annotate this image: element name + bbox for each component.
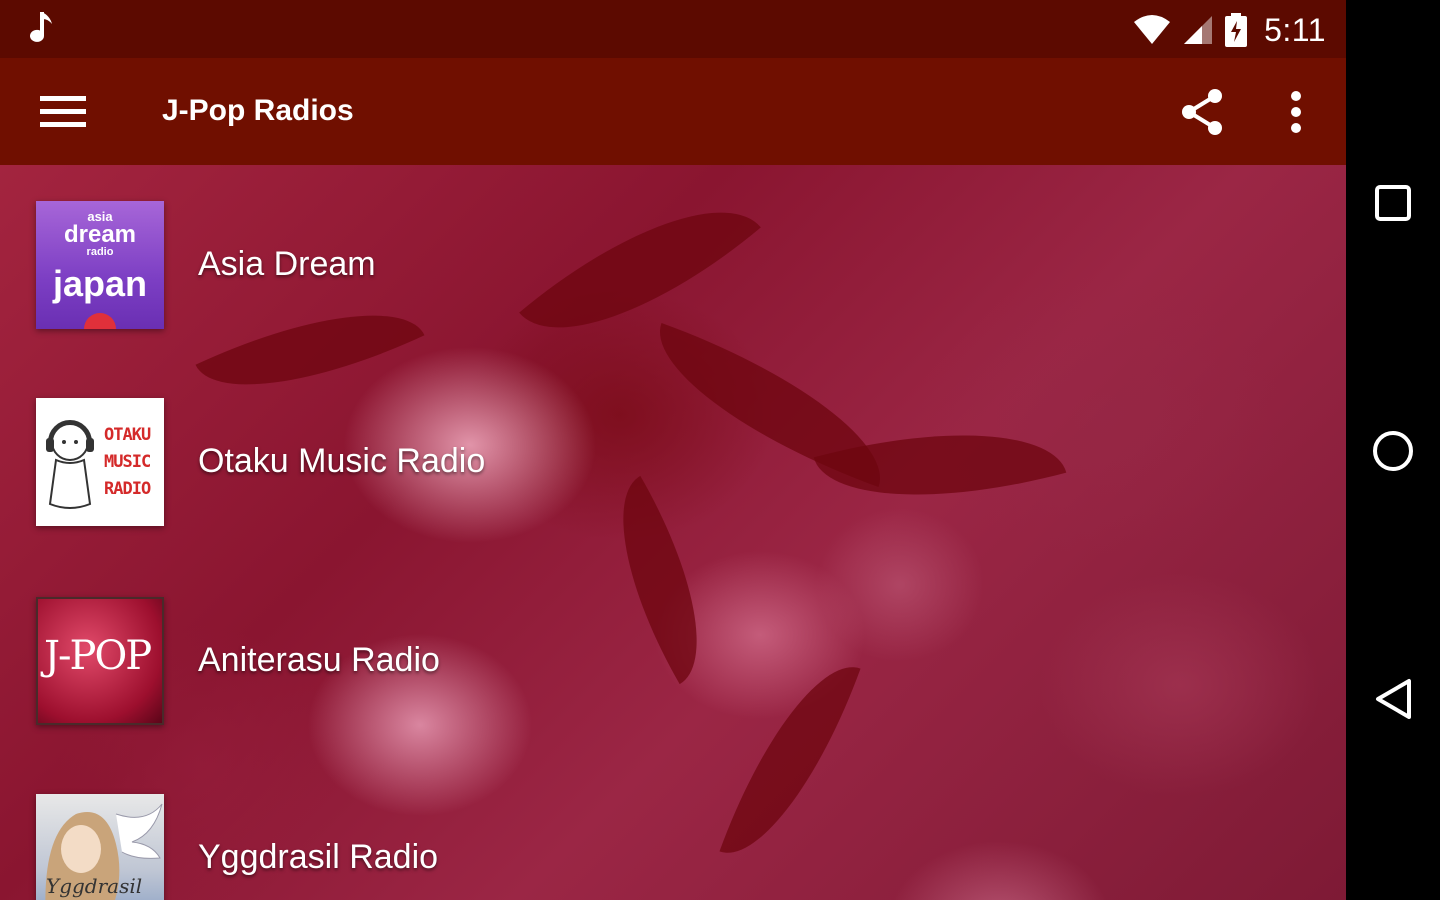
station-name: Otaku Music Radio [198, 442, 486, 480]
status-icons: 5:11 [1132, 10, 1326, 50]
logo-text: OTAKU MUSIC RADIO [104, 422, 162, 503]
logo-text-line: RADIO [104, 479, 151, 499]
system-nav-bar [1346, 0, 1440, 900]
status-bar: 5:11 [0, 0, 1346, 58]
home-circle-icon [1373, 431, 1413, 471]
recents-button[interactable] [1368, 178, 1418, 228]
station-row-yggdrasil-radio[interactable]: Yggdrasil Yggdrasil Radio [0, 794, 900, 900]
share-button[interactable] [1172, 82, 1232, 142]
logo-text: dream [63, 221, 137, 248]
headphone-mascot-icon [46, 420, 94, 509]
app-toolbar: J-Pop Radios [0, 58, 1346, 165]
logo-text: radio [86, 246, 114, 258]
page-title: J-Pop Radios [162, 94, 354, 127]
logo-text: japan [52, 263, 148, 304]
station-logo-otaku-music-radio: OTAKU MUSIC RADIO [36, 398, 164, 526]
battery-charging-icon [1225, 13, 1248, 47]
menu-button[interactable] [28, 80, 98, 142]
back-triangle-icon [1376, 679, 1411, 719]
share-icon [1182, 89, 1222, 135]
home-button[interactable] [1368, 426, 1418, 476]
station-row-aniterasu-radio[interactable]: J-POP Aniterasu Radio [0, 597, 900, 725]
app-screen: 5:11 J-Pop Radios asia dream radio japan… [0, 0, 1346, 900]
wifi-icon [1134, 15, 1171, 44]
music-note-icon [30, 12, 52, 42]
signal-icon [1184, 16, 1213, 44]
back-button[interactable] [1368, 674, 1418, 724]
menu-icon [40, 96, 86, 127]
station-row-otaku-music-radio[interactable]: OTAKU MUSIC RADIO Otaku Music Radio [0, 398, 900, 526]
station-logo-aniterasu-radio: J-POP [36, 597, 164, 725]
station-logo-yggdrasil-radio: Yggdrasil [36, 794, 164, 900]
station-name: Aniterasu Radio [198, 641, 440, 679]
logo-text: Yggdrasil [46, 874, 143, 898]
status-time: 5:11 [1264, 11, 1326, 48]
station-list-background: asia dream radio japan Asia Dream OTAKU … [0, 165, 1346, 900]
more-options-button[interactable] [1270, 82, 1322, 142]
station-name: Yggdrasil Radio [198, 838, 439, 876]
logo-text: J-POP [44, 633, 152, 679]
logo-red-dot [84, 313, 116, 329]
more-vert-icon [1291, 91, 1301, 133]
station-row-asia-dream[interactable]: asia dream radio japan Asia Dream [0, 201, 900, 329]
logo-text-line: MUSIC [104, 452, 151, 472]
station-logo-asia-dream: asia dream radio japan [36, 201, 164, 329]
station-name: Asia Dream [198, 245, 376, 283]
logo-text-line: OTAKU [104, 425, 151, 445]
recents-square-icon [1375, 185, 1411, 221]
